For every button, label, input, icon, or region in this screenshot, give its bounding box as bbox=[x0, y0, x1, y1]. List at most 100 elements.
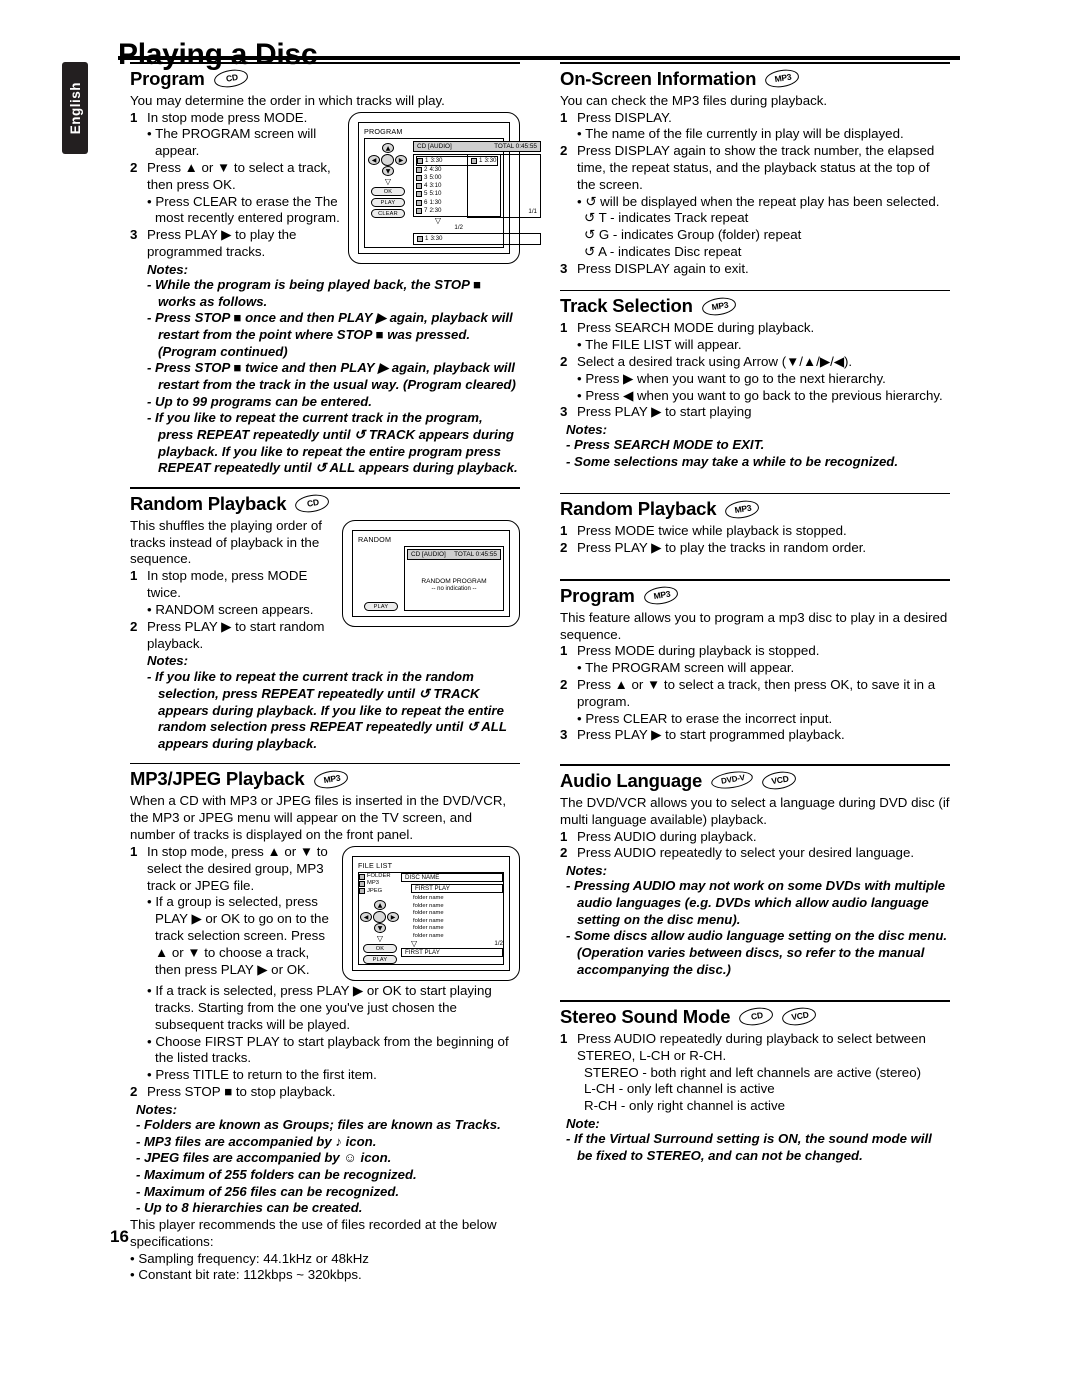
step-number: 3 bbox=[560, 404, 568, 420]
track-chip-icon bbox=[416, 199, 422, 206]
track-number: 2 bbox=[424, 165, 428, 173]
mode-item: STEREO - both right and left channels ar… bbox=[584, 1064, 922, 1080]
disc-badge-cd-icon: CD bbox=[294, 492, 331, 515]
list-item: 1 Press DISPLAY. bbox=[560, 110, 950, 127]
step-number: 2 bbox=[560, 845, 568, 861]
disc-badge-mp3-icon: MP3 bbox=[642, 584, 679, 606]
notes-block: - If you like to repeat the current trac… bbox=[147, 669, 520, 752]
language-tab-label: English bbox=[67, 81, 83, 135]
section-intro: When a CD with MP3 or JPEG files is inse… bbox=[130, 793, 507, 843]
list-item: folder name bbox=[411, 933, 503, 941]
list-item: 1 Press MODE during playback is stopped. bbox=[560, 643, 950, 660]
osd-header-right: TOTAL 0:45:55 bbox=[454, 550, 497, 558]
section-intro: The DVD/VCR allows you to select a langu… bbox=[560, 794, 950, 827]
step-number: 2 bbox=[560, 676, 568, 692]
step-number: 3 bbox=[560, 727, 568, 743]
note-item: - JPEG files are accompanied by ☺ icon. bbox=[136, 1150, 392, 1166]
section-intro: You may determine the order in which tra… bbox=[130, 92, 445, 108]
step-text: Press AUDIO repeatedly to select your de… bbox=[577, 845, 915, 861]
step-number: 1 bbox=[560, 1031, 568, 1046]
section-divider bbox=[560, 764, 950, 766]
notes-block: Note: - If the Virtual Surround setting … bbox=[560, 1116, 950, 1164]
list-item: 3 Press PLAY ▶ to start programmed playba… bbox=[560, 727, 950, 744]
dpad: ▲ ▼ ◀ ▶ bbox=[360, 900, 400, 934]
button-play: PLAY bbox=[371, 197, 405, 207]
step-text: Press SEARCH MODE during playback. bbox=[577, 320, 815, 336]
dpad-up-icon: ▲ bbox=[374, 900, 386, 911]
section-audio-language: Audio Language DVD-V VCD The DVD/VCR all… bbox=[560, 764, 950, 978]
track-chip-icon bbox=[416, 175, 422, 182]
list-item: folder name bbox=[411, 895, 503, 903]
diagram-screen-label: FILE LIST bbox=[358, 860, 393, 870]
notes-label: Notes: bbox=[136, 1101, 178, 1117]
mode-item: R-CH - only right channel is active bbox=[584, 1098, 786, 1114]
note-item: - If you like to repeat the current trac… bbox=[147, 669, 507, 752]
first-play-footer: FIRST PLAY bbox=[401, 948, 503, 958]
diagram-screen-label: RANDOM bbox=[358, 534, 392, 544]
type-label: JPEG bbox=[367, 887, 383, 894]
section-title: Stereo Sound Mode bbox=[560, 1005, 731, 1027]
section-title: Random Playback bbox=[130, 492, 287, 514]
step-text: Press ▲ or ▼ to select a track, then pre… bbox=[577, 676, 936, 709]
list-item: folder name bbox=[411, 910, 503, 918]
dpad-right-icon: ▶ bbox=[395, 154, 407, 165]
section-title: Random Playback bbox=[560, 498, 717, 520]
language-tab: English bbox=[62, 62, 88, 154]
list-item: 2 Press DISPLAY again to show the track n… bbox=[560, 143, 950, 193]
button-play: PLAY bbox=[363, 955, 397, 965]
section-heading: Random Playback CD bbox=[130, 492, 520, 515]
disc-badge-vcd-icon: VCD bbox=[781, 1005, 818, 1028]
table-row: 1 3:30 bbox=[417, 235, 537, 243]
section-title: Program bbox=[130, 67, 205, 89]
disc-badge-mp3-icon: MP3 bbox=[724, 497, 761, 520]
track-number: 1 bbox=[425, 156, 429, 164]
note-item: - Maximum of 256 files can be recognized… bbox=[136, 1183, 400, 1199]
list-item: • Press ▶ when you want to go to the nex… bbox=[577, 370, 886, 386]
step-number: 3 bbox=[560, 260, 568, 276]
disc-badge-cd-icon: CD bbox=[212, 67, 249, 89]
osd-header: CD [AUDIO] TOTAL 0:45:55 bbox=[413, 140, 541, 152]
scroll-down-icon: ▽ bbox=[411, 939, 418, 949]
random-program-label: RANDOM PROGRAM bbox=[421, 577, 487, 585]
list-item: 2 Press STOP ■ to stop playback. bbox=[130, 1084, 520, 1101]
note-item: - MP3 files are accompanied by ♪ icon. bbox=[136, 1133, 377, 1149]
step-number: 2 bbox=[130, 159, 138, 175]
section-intro: This feature allows you to program a mp3… bbox=[560, 609, 948, 642]
list-item: • Sampling frequency: 44.1kHz or 48kHz bbox=[130, 1250, 369, 1266]
list-item: • Constant bit rate: 112kbps ~ 320kbps. bbox=[130, 1267, 362, 1283]
title-divider bbox=[118, 56, 960, 60]
disc-badge-dvdv-icon: DVD-V bbox=[710, 769, 755, 792]
dpad-pointer-icon: ▽ bbox=[384, 176, 392, 186]
track-time: 5:10 bbox=[429, 190, 442, 198]
step-number: 2 bbox=[130, 618, 138, 634]
dpad-up-icon: ▲ bbox=[382, 142, 394, 153]
file-list-page: 1/2 bbox=[494, 940, 503, 948]
section-divider bbox=[130, 762, 520, 765]
section-on-screen-information: On-Screen Information MP3 You can check … bbox=[560, 62, 950, 278]
note-item: - Pressing AUDIO may not work on some DV… bbox=[566, 878, 946, 927]
dpad-down-icon: ▼ bbox=[382, 165, 394, 176]
section-intro: You can check the MP3 files during playb… bbox=[560, 92, 828, 108]
list-item: 1 In stop mode, press MODE twice. bbox=[130, 568, 334, 602]
jpeg-chip-icon bbox=[359, 888, 365, 895]
left-column: Program CD You may determine the order i… bbox=[130, 62, 541, 1290]
step-text: Press PLAY ▶ to start playing bbox=[577, 404, 752, 420]
dpad: ▲ ▼ ◀ ▶ bbox=[368, 142, 408, 177]
list-item: • ↺ will be displayed when the repeat pl… bbox=[577, 193, 940, 209]
note-item: - Up to 99 programs can be entered. bbox=[147, 393, 372, 409]
track-number: 7 bbox=[424, 206, 428, 214]
list-item: FOLDER bbox=[359, 873, 401, 880]
section-mp3-jpeg-playback: MP3/JPEG Playback MP3 When a CD with MP3… bbox=[130, 762, 520, 1284]
list-item: • The name of the file currently in play… bbox=[577, 126, 904, 142]
notes-label: Notes: bbox=[566, 863, 608, 879]
step-number: 2 bbox=[560, 540, 568, 556]
list-item: MP3 bbox=[359, 880, 401, 888]
section-title: On-Screen Information bbox=[560, 67, 757, 89]
step-number: 2 bbox=[560, 354, 568, 369]
notes-label: Note: bbox=[566, 1116, 600, 1132]
list-item: 1 In stop mode press MODE. bbox=[130, 110, 340, 127]
list-item: ↺ G - indicates Group (folder) repeat bbox=[584, 227, 802, 243]
file-type-legend: FOLDER MP3 JPEG ▲ ▼ ◀ ▶ ▽ OK PLAY bbox=[359, 873, 401, 965]
section-divider bbox=[130, 487, 520, 489]
disc-badge-vcd-icon: VCD bbox=[761, 769, 798, 792]
